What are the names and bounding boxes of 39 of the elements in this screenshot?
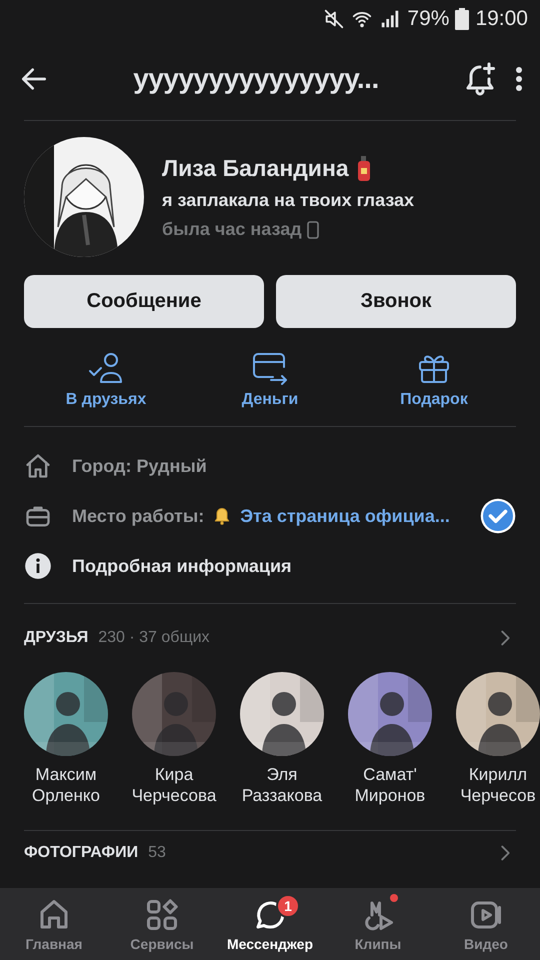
card-arrow-icon bbox=[251, 351, 289, 385]
friend-name[interactable]: Максим Орленко bbox=[32, 764, 100, 806]
nav-tab[interactable]: Сервисы bbox=[108, 888, 216, 960]
friend-name[interactable]: Кирилл Черчесов bbox=[460, 764, 536, 806]
phone-icon bbox=[306, 220, 319, 238]
grid-icon bbox=[144, 896, 180, 932]
mute-icon bbox=[323, 8, 346, 30]
photos-count: 53 bbox=[148, 844, 167, 862]
page-title: ууууууууууууууу... bbox=[132, 63, 380, 95]
battery-icon bbox=[455, 8, 470, 30]
clock: 19:00 bbox=[475, 7, 528, 31]
action-button[interactable]: Подарок bbox=[359, 350, 509, 410]
last-seen: была час назад bbox=[162, 219, 302, 240]
profile-status: я заплакала на твоих глазах bbox=[162, 190, 414, 211]
friends-count: 230 · 37 общих bbox=[98, 629, 211, 647]
friend-name[interactable]: Кира Черчесова bbox=[132, 764, 216, 806]
info-icon bbox=[24, 552, 52, 580]
home-icon bbox=[24, 452, 52, 480]
nav-tab[interactable]: Мессенджер 1 bbox=[216, 888, 324, 960]
details-link[interactable]: Подробная информация bbox=[72, 556, 292, 576]
call-button[interactable]: Звонок bbox=[276, 275, 516, 328]
action-button[interactable]: Деньги bbox=[195, 350, 345, 410]
nav-tab[interactable]: Видео bbox=[432, 888, 540, 960]
info-text: Город: Рудный bbox=[72, 456, 207, 476]
more-icon bbox=[516, 67, 522, 91]
friend-name[interactable]: Эля Раззакова bbox=[242, 764, 322, 806]
message-button[interactable]: Сообщение bbox=[24, 275, 264, 328]
profile-name: Лиза Баландина bbox=[162, 154, 349, 182]
action-button[interactable]: В друзьях bbox=[31, 350, 181, 410]
nav-tab[interactable]: Клипы bbox=[324, 888, 432, 960]
info-text: Место работы: bbox=[72, 506, 204, 526]
work-link[interactable]: Эта страница официа... bbox=[240, 506, 450, 526]
signal-icon bbox=[379, 8, 402, 30]
section-title: ФОТОГРАФИИ bbox=[24, 844, 138, 862]
friend-name[interactable]: Самат' Миронов bbox=[354, 764, 426, 806]
unread-badge: 1 bbox=[276, 894, 300, 918]
section-title: ДРУЗЬЯ bbox=[24, 629, 88, 647]
battery-percent: 79% bbox=[407, 7, 450, 31]
nav-tab[interactable]: Главная bbox=[0, 888, 108, 960]
